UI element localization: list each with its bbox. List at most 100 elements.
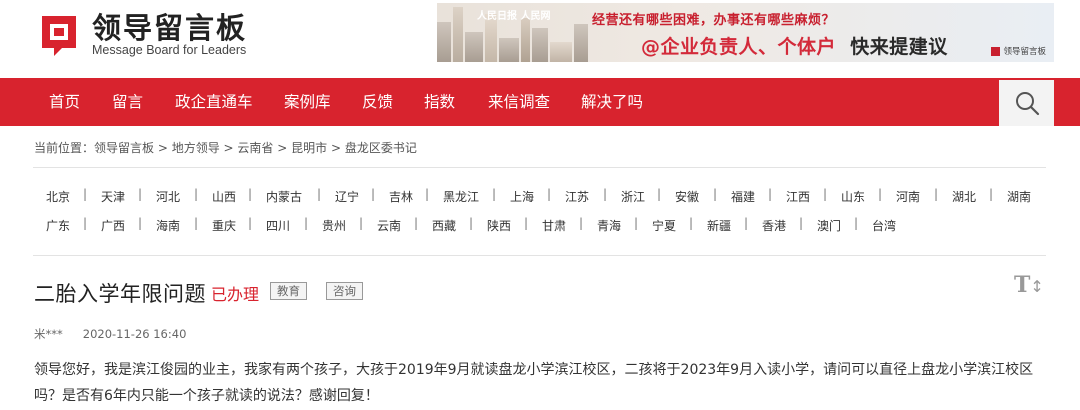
nav-item-home[interactable]: 首页 <box>49 78 80 126</box>
region-separator: | <box>713 187 718 201</box>
region-separator: | <box>425 187 430 201</box>
region-link[interactable]: 云南 <box>377 217 401 234</box>
region-separator: | <box>768 187 773 201</box>
region-link[interactable]: 天津 <box>101 188 125 205</box>
region-link[interactable]: 西藏 <box>432 217 456 234</box>
breadcrumb: 当前位置：领导留言板 > 地方领导 > 云南省 > 昆明市 > 盘龙区委书记 <box>34 141 417 155</box>
resize-arrow-icon: ↕ <box>1030 277 1044 296</box>
nav-item-cases[interactable]: 案例库 <box>284 78 331 126</box>
logo-subtitle: Message Board for Leaders <box>92 43 247 57</box>
banner-callout-dark: 快来提建议 <box>850 36 948 58</box>
region-link[interactable]: 香港 <box>762 217 786 234</box>
region-link[interactable]: 湖南 <box>1007 188 1031 205</box>
region-separator: | <box>603 187 608 201</box>
breadcrumb-label: 当前位置： <box>34 141 95 155</box>
nav-item-index[interactable]: 指数 <box>424 78 455 126</box>
nav-search-button[interactable] <box>999 80 1054 126</box>
promo-banner[interactable]: 人民日报 人民网 经营还有哪些困难，办事还有哪些麻烦？ @企业负责人、个体户 快… <box>437 3 1054 62</box>
breadcrumb-link-city[interactable]: 昆明市 <box>291 141 327 155</box>
region-link[interactable]: 内蒙古 <box>266 188 302 205</box>
region-link[interactable]: 河北 <box>156 188 180 205</box>
region-separator: | <box>138 216 143 230</box>
region-separator: | <box>359 216 364 230</box>
region-link[interactable]: 吉林 <box>389 188 413 205</box>
banner-headline: 经营还有哪些困难，办事还有哪些麻烦？ <box>592 13 836 28</box>
nav-item-feedback[interactable]: 反馈 <box>362 78 393 126</box>
region-separator: | <box>304 216 309 230</box>
status-badge: 已办理 <box>211 285 260 304</box>
tag-education[interactable]: 教育 <box>270 282 307 300</box>
region-separator: | <box>854 216 859 230</box>
message-body: 领导您好，我是滨江俊园的业主，我家有两个孩子，大孩于2019年9月就读盘龙小学滨… <box>34 362 1034 404</box>
region-link[interactable]: 重庆 <box>212 217 236 234</box>
tag-consult[interactable]: 咨询 <box>326 282 363 300</box>
region-separator: | <box>579 216 584 230</box>
region-link[interactable]: 海南 <box>156 217 180 234</box>
nav-item-survey[interactable]: 来信调查 <box>488 78 550 126</box>
region-separator: | <box>524 216 529 230</box>
region-separator: | <box>657 187 662 201</box>
banner-brands: 人民日报 人民网 <box>477 11 551 22</box>
region-link[interactable]: 辽宁 <box>335 188 359 205</box>
nav-item-message[interactable]: 留言 <box>112 78 143 126</box>
breadcrumb-current[interactable]: 盘龙区委书记 <box>345 141 417 155</box>
region-link[interactable]: 北京 <box>46 188 70 205</box>
divider <box>33 167 1046 168</box>
breadcrumb-link-province[interactable]: 云南省 <box>237 141 273 155</box>
region-separator: | <box>138 187 143 201</box>
region-separator: | <box>83 216 88 230</box>
region-separator: | <box>689 216 694 230</box>
banner-callout-red: @企业负责人、个体户 <box>641 36 837 58</box>
region-separator: | <box>317 187 322 201</box>
message-date: 2020-11-26 16:40 <box>82 327 187 341</box>
site-logo[interactable]: 领导留言板 Message Board for Leaders <box>36 10 247 60</box>
font-size-icon: T <box>1014 272 1031 298</box>
region-link[interactable]: 浙江 <box>621 188 645 205</box>
banner-logo-icon <box>991 46 1001 56</box>
region-link[interactable]: 广西 <box>101 217 125 234</box>
banner-footer: 领导留言板 <box>991 45 1046 57</box>
breadcrumb-link-local[interactable]: 地方领导 <box>172 141 220 155</box>
region-separator: | <box>248 187 253 201</box>
message-meta: 米*** 2020-11-26 16:40 <box>34 326 186 342</box>
region-separator: | <box>492 187 497 201</box>
region-link[interactable]: 贵州 <box>322 217 346 234</box>
font-size-toggle[interactable]: T↕ <box>1014 272 1044 298</box>
region-separator: | <box>194 216 199 230</box>
region-link[interactable]: 黑龙江 <box>443 188 479 205</box>
region-separator: | <box>83 187 88 201</box>
region-link[interactable]: 山西 <box>212 188 236 205</box>
region-link[interactable]: 四川 <box>266 217 290 234</box>
region-link[interactable]: 甘肃 <box>542 217 566 234</box>
region-link[interactable]: 河南 <box>896 188 920 205</box>
divider <box>33 255 1046 256</box>
region-link[interactable]: 新疆 <box>707 217 731 234</box>
region-link[interactable]: 江西 <box>786 188 810 205</box>
region-link[interactable]: 青海 <box>597 217 621 234</box>
region-link[interactable]: 宁夏 <box>652 217 676 234</box>
logo-title: 领导留言板 <box>92 11 248 45</box>
region-link[interactable]: 江苏 <box>565 188 589 205</box>
region-link[interactable]: 福建 <box>731 188 755 205</box>
region-link[interactable]: 陕西 <box>487 217 511 234</box>
region-separator: | <box>744 216 749 230</box>
region-link[interactable]: 湖北 <box>952 188 976 205</box>
region-link[interactable]: 上海 <box>510 188 534 205</box>
nav-item-resolved[interactable]: 解决了吗 <box>581 78 643 126</box>
breadcrumb-link-board[interactable]: 领导留言板 <box>94 141 154 155</box>
region-selector: 北京 | 天津 | 河北 | 山西 | 内蒙古 | 辽宁 | 吉林 | 黑龙江 | 上海 | 江苏 | 浙江 | 安徽 | 福建… <box>34 181 1054 239</box>
region-separator: | <box>934 187 939 201</box>
search-icon <box>1015 92 1039 116</box>
region-link[interactable]: 安徽 <box>675 188 699 205</box>
region-link[interactable]: 澳门 <box>817 217 841 234</box>
region-link[interactable]: 广东 <box>46 217 70 234</box>
region-separator: | <box>371 187 376 201</box>
region-separator: | <box>194 187 199 201</box>
main-nav: 首页 留言 政企直通车 案例库 反馈 指数 来信调查 解决了吗 <box>0 78 1080 126</box>
region-row-2: 广东 | 广西 | 海南 | 重庆 | 四川 | 贵州 | 云南 | 西藏 | 陕西 | 甘肃 | 青海 | 宁夏 | 新疆 | 香… <box>34 210 1054 239</box>
nav-item-enterprise[interactable]: 政企直通车 <box>175 78 253 126</box>
region-separator: | <box>414 216 419 230</box>
region-link[interactable]: 台湾 <box>872 217 896 234</box>
region-link[interactable]: 山东 <box>841 188 865 205</box>
region-separator: | <box>469 216 474 230</box>
